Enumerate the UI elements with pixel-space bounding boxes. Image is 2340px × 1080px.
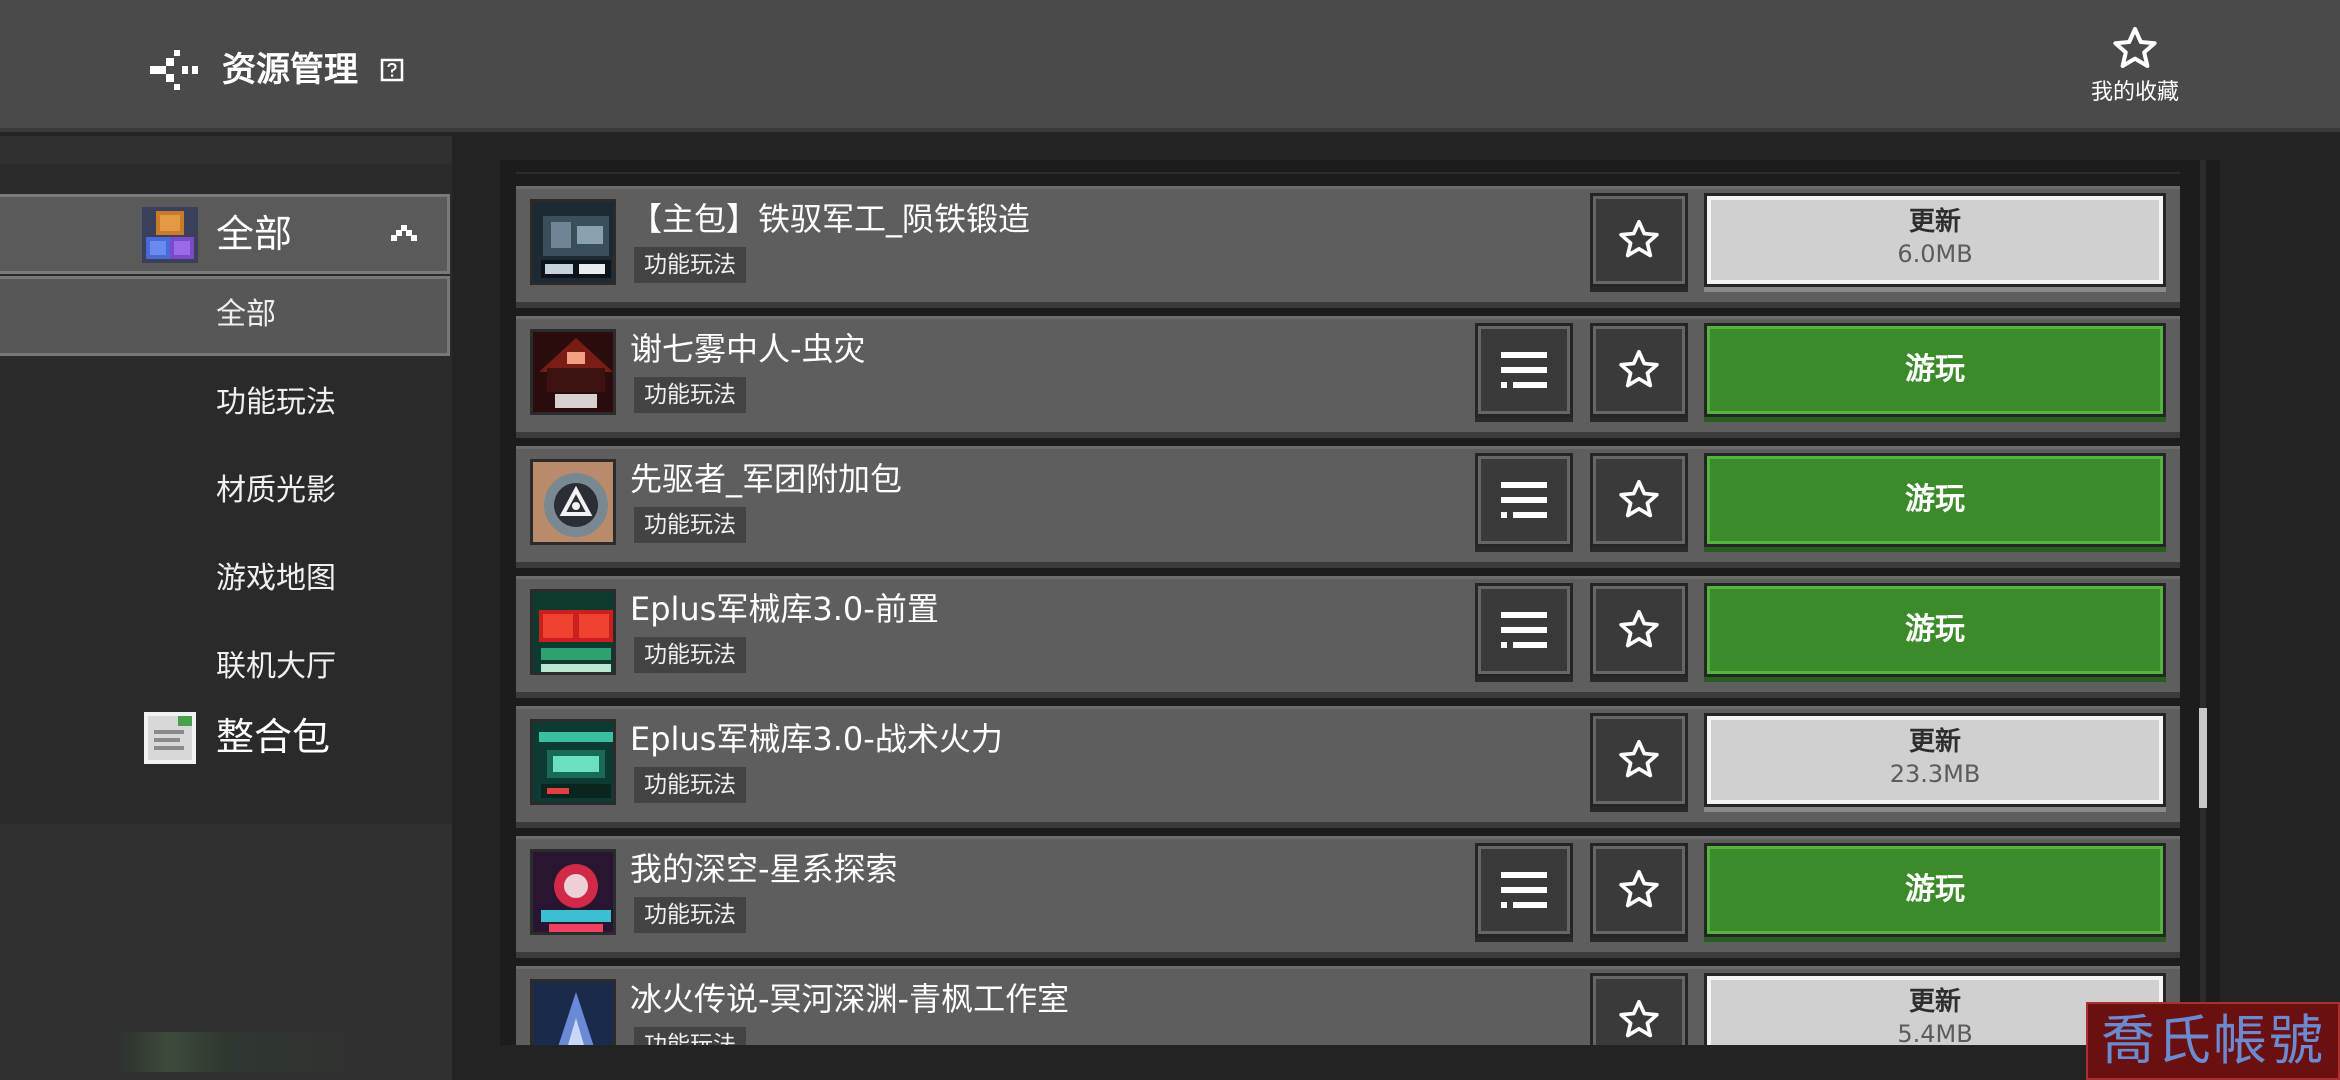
play-label: 游玩	[1905, 482, 1965, 517]
list-icon	[1501, 352, 1547, 388]
star-outline-icon	[1619, 219, 1659, 258]
list-icon	[1501, 612, 1547, 648]
favorite-button[interactable]	[1590, 713, 1688, 807]
play-button[interactable]: 游玩	[1704, 843, 2166, 937]
favorite-button[interactable]	[1590, 323, 1688, 417]
details-button[interactable]	[1475, 323, 1573, 417]
sidebar-item-label: 功能玩法	[216, 385, 336, 420]
sidebar-item-gameplay[interactable]: 功能玩法	[0, 364, 450, 444]
list-icon	[1501, 872, 1547, 908]
resource-thumbnail	[530, 329, 616, 415]
play-button[interactable]: 游玩	[1704, 323, 2166, 417]
resource-thumbnail	[530, 459, 616, 545]
category-tag: 功能玩法	[634, 377, 746, 413]
resource-title: 【主包】铁驭军工_陨铁锻造	[630, 200, 1031, 238]
top-bar: 资源管理 我的收藏	[0, 0, 2340, 132]
sidebar-item-label: 全部	[216, 297, 276, 332]
resource-title: 先驱者_军团附加包	[630, 460, 903, 498]
details-button[interactable]	[1475, 453, 1573, 547]
back-button[interactable]	[146, 48, 202, 92]
scrollbar-thumb[interactable]	[2199, 708, 2207, 808]
favorite-button[interactable]	[1590, 973, 1688, 1045]
sidebar-item-label: 材质光影	[216, 473, 336, 508]
sidebar-item-maps[interactable]: 游戏地图	[0, 540, 450, 620]
list-item: 先驱者_军团附加包 功能玩法 游玩	[516, 446, 2180, 562]
watermark: 喬氏帳號	[2086, 1002, 2340, 1080]
update-label: 更新	[1908, 727, 1961, 757]
details-button[interactable]	[1475, 583, 1573, 677]
category-tag: 功能玩法	[634, 637, 746, 673]
scrollbar-track[interactable]	[2200, 160, 2206, 1045]
resource-title: Eplus军械库3.0-战术火力	[630, 720, 1003, 758]
list-item: 【主包】铁驭军工_陨铁锻造 功能玩法 更新 6.0MB	[516, 186, 2180, 302]
favorite-button[interactable]	[1590, 843, 1688, 937]
category-label: 全部	[216, 212, 293, 256]
category-tag: 功能玩法	[634, 1027, 746, 1045]
resource-thumbnail	[530, 979, 616, 1045]
star-outline-icon	[2113, 27, 2157, 68]
help-icon[interactable]	[380, 58, 404, 82]
play-button[interactable]: 游玩	[1704, 453, 2166, 547]
favorite-button[interactable]	[1590, 193, 1688, 287]
chevron-up-icon	[391, 225, 417, 241]
play-label: 游玩	[1905, 872, 1965, 907]
details-button[interactable]	[1475, 843, 1573, 937]
resource-thumbnail	[530, 589, 616, 675]
star-outline-icon	[1619, 869, 1659, 908]
category-tag: 功能玩法	[634, 897, 746, 933]
favorite-button[interactable]	[1590, 453, 1688, 547]
list-item: 谢七雾中人-虫灾 功能玩法 游玩	[516, 316, 2180, 432]
category-tag: 功能玩法	[634, 767, 746, 803]
update-label: 更新	[1908, 207, 1961, 237]
sidebar: 全部 全部 功能玩法 材质光影 游戏地图 联机大厅 整合包	[0, 136, 452, 1080]
blocks-icon	[142, 207, 198, 263]
star-outline-icon	[1619, 609, 1659, 648]
modpacks-label: 整合包	[216, 715, 331, 759]
update-button[interactable]: 更新 23.3MB	[1704, 713, 2166, 807]
resource-title: 我的深空-星系探索	[630, 850, 898, 888]
list-icon	[1501, 482, 1547, 518]
resource-title: 冰火传说-冥河深渊-青枫工作室	[630, 980, 1070, 1018]
favorite-button[interactable]	[1590, 583, 1688, 677]
star-outline-icon	[1619, 999, 1659, 1038]
category-tag: 功能玩法	[634, 507, 746, 543]
resource-title: Eplus军械库3.0-前置	[630, 590, 939, 628]
sidebar-item-label: 联机大厅	[216, 649, 336, 684]
sidebar-item-label: 游戏地图	[216, 561, 336, 596]
document-icon	[144, 712, 196, 764]
play-button[interactable]: 游玩	[1704, 583, 2166, 677]
update-size: 23.3MB	[1889, 760, 1981, 788]
star-outline-icon	[1619, 479, 1659, 518]
list-item: Eplus军械库3.0-前置 功能玩法 游玩	[516, 576, 2180, 692]
update-size: 6.0MB	[1897, 240, 1973, 268]
my-favorites-button[interactable]: 我的收藏	[2078, 26, 2192, 110]
star-outline-icon	[1619, 349, 1659, 388]
resource-thumbnail	[530, 849, 616, 935]
play-label: 游玩	[1905, 352, 1965, 387]
resource-list[interactable]: 【主包】铁驭军工_陨铁锻造 功能玩法 更新 6.0MB 谢七雾中人-虫灾 功能玩…	[500, 160, 2220, 1045]
divider	[516, 172, 2180, 174]
list-item: Eplus军械库3.0-战术火力 功能玩法 更新 23.3MB	[516, 706, 2180, 822]
update-button[interactable]: 更新 6.0MB	[1704, 193, 2166, 287]
list-item: 我的深空-星系探索 功能玩法 游玩	[516, 836, 2180, 952]
resource-thumbnail	[530, 719, 616, 805]
sidebar-item-textures[interactable]: 材质光影	[0, 452, 450, 532]
play-label: 游玩	[1905, 612, 1965, 647]
star-outline-icon	[1619, 739, 1659, 778]
sidebar-footer-decoration	[120, 1032, 360, 1072]
back-arrow-icon	[150, 50, 198, 90]
resource-title: 谢七雾中人-虫灾	[630, 330, 866, 368]
sidebar-item-all[interactable]: 全部	[0, 276, 450, 356]
page-title: 资源管理	[222, 50, 358, 90]
list-item: 冰火传说-冥河深渊-青枫工作室 功能玩法 更新 5.4MB	[516, 966, 2180, 1045]
category-tag: 功能玩法	[634, 247, 746, 283]
resource-thumbnail	[530, 199, 616, 285]
sidebar-item-modpacks[interactable]: 整合包	[0, 688, 452, 788]
favorites-label: 我的收藏	[2090, 80, 2179, 105]
category-all-header[interactable]: 全部	[0, 194, 450, 274]
